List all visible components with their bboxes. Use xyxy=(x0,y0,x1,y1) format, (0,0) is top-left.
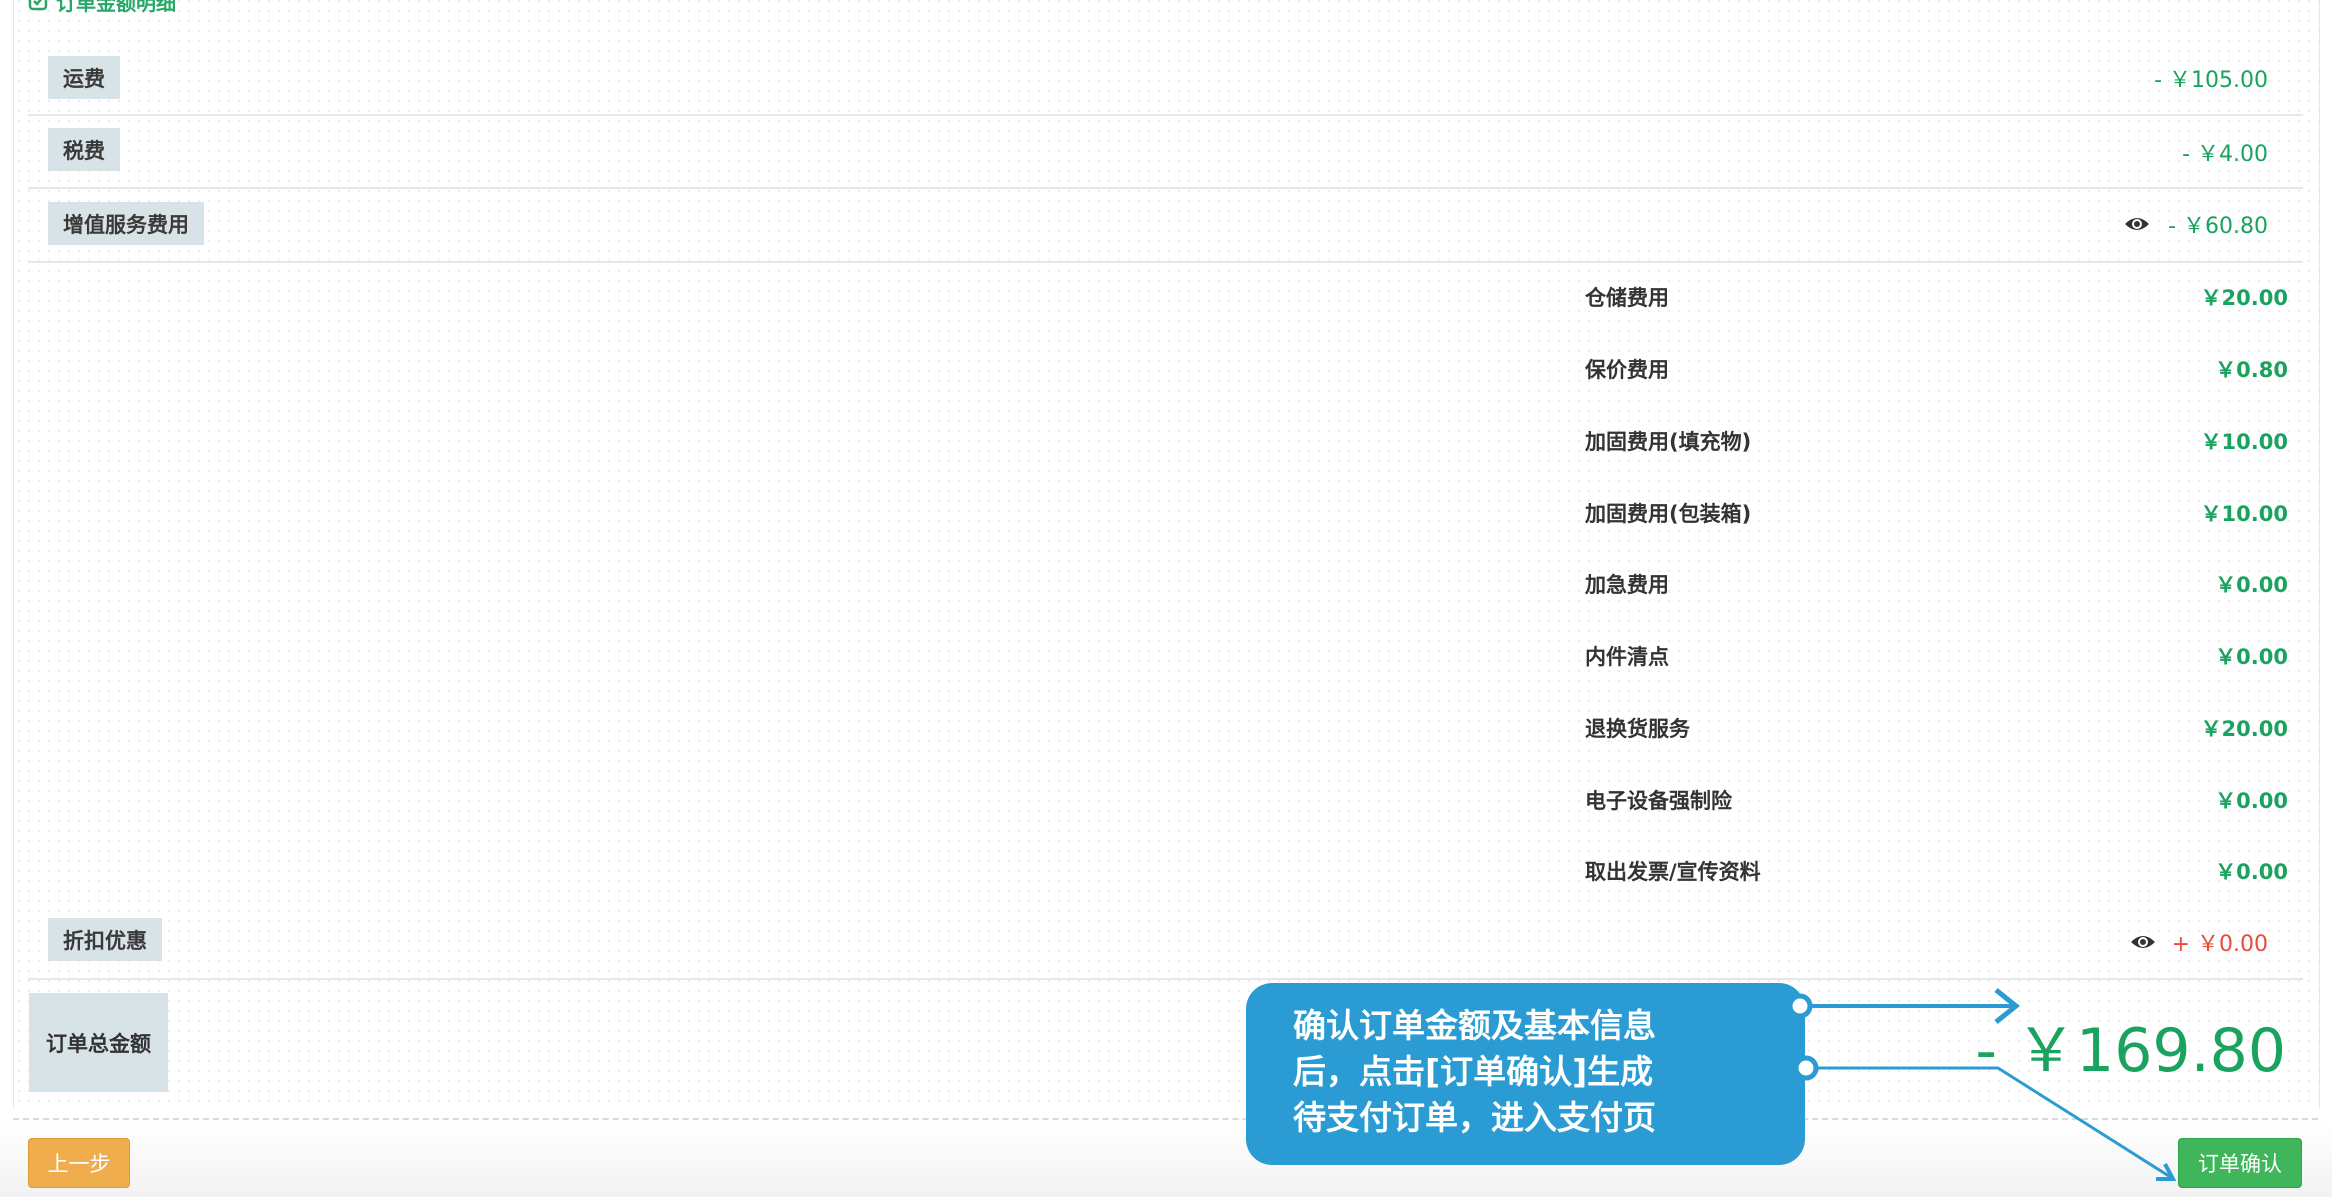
callout-arrows xyxy=(1787,988,2177,1181)
